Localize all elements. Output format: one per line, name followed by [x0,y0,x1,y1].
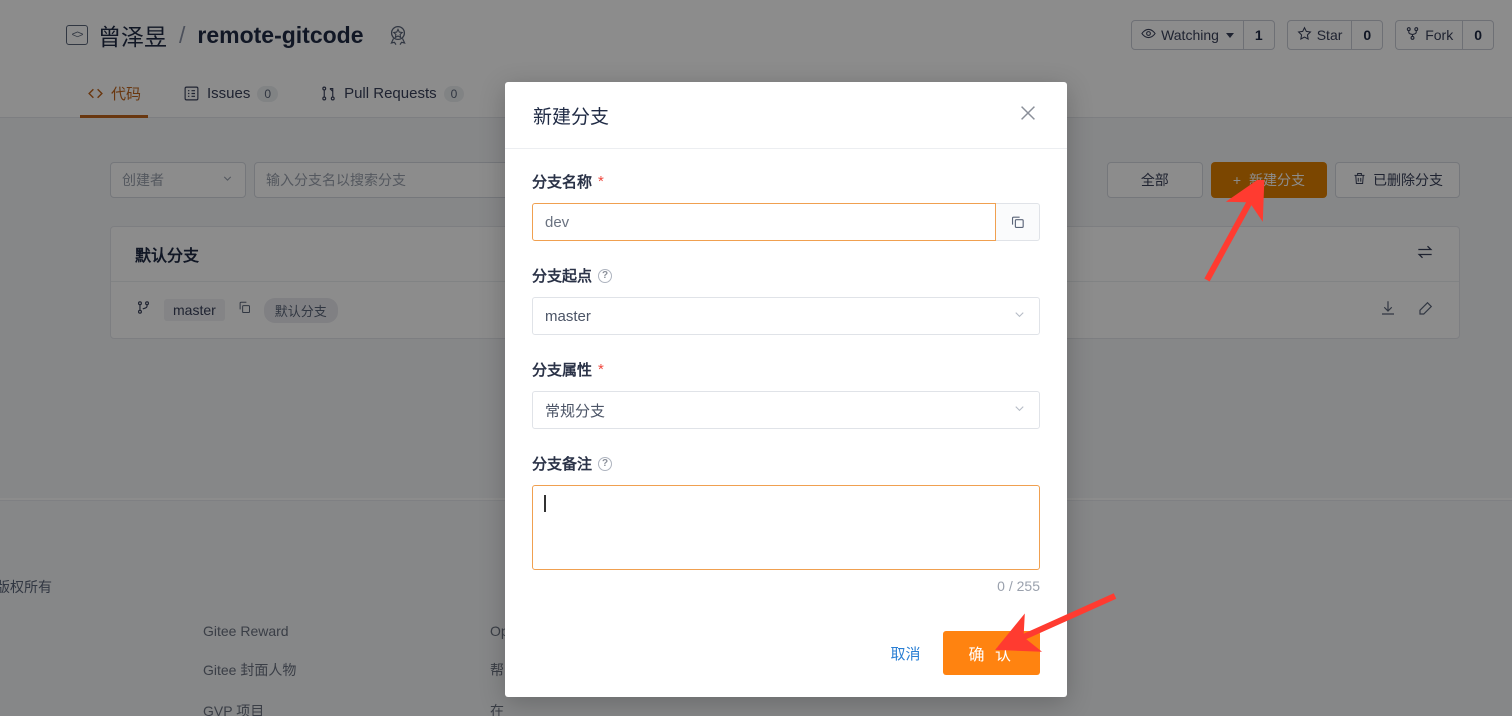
copy-icon[interactable] [996,203,1040,241]
dialog-footer: 取消 确 认 [505,613,1067,697]
branch-property-value: 常规分支 [545,402,606,420]
branch-name-input[interactable]: dev [532,203,996,241]
required-mark: * [598,361,604,378]
chevron-down-icon [1012,307,1027,325]
branch-name-input-row: dev [532,203,1040,241]
branch-note-textarea[interactable] [532,485,1040,570]
branch-note-label: 分支备注 [532,456,593,473]
question-circle-icon[interactable]: ? [598,268,613,283]
question-circle-icon[interactable]: ? [598,456,613,471]
text-cursor [544,495,546,512]
cancel-button[interactable]: 取消 [891,643,921,664]
branch-property-select[interactable]: 常规分支 [532,391,1040,429]
character-counter: 0 / 255 [997,578,1040,594]
confirm-button[interactable]: 确 认 [942,631,1040,675]
branch-source-select[interactable]: master [532,297,1040,335]
chevron-down-icon [1012,401,1027,419]
branch-note-label-row: 分支备注 ? [532,453,1040,474]
dialog-body: 分支名称 * dev 分支起点 ? master 分支属性 * 常规分支 分支备… [505,149,1067,613]
branch-name-label-row: 分支名称 * [532,171,1040,192]
branch-source-value: master [545,307,591,325]
branch-property-label: 分支属性 [532,362,593,379]
branch-source-label: 分支起点 [532,268,593,285]
branch-source-label-row: 分支起点 ? [532,265,1040,286]
required-mark: * [598,173,604,190]
close-icon[interactable] [1017,102,1039,128]
branch-name-label: 分支名称 [532,174,593,191]
screen-root: <> 曾泽昱 / remote-gitcode Watching 1 Star … [0,0,1512,716]
dialog-header: 新建分支 [505,82,1067,149]
branch-note-wrap: 0 / 255 [532,485,1040,594]
dialog-title: 新建分支 [533,106,610,128]
branch-property-label-row: 分支属性 * [532,359,1040,380]
new-branch-dialog: 新建分支 分支名称 * dev 分支起点 ? master 分支属性 * 常规分… [505,82,1067,697]
